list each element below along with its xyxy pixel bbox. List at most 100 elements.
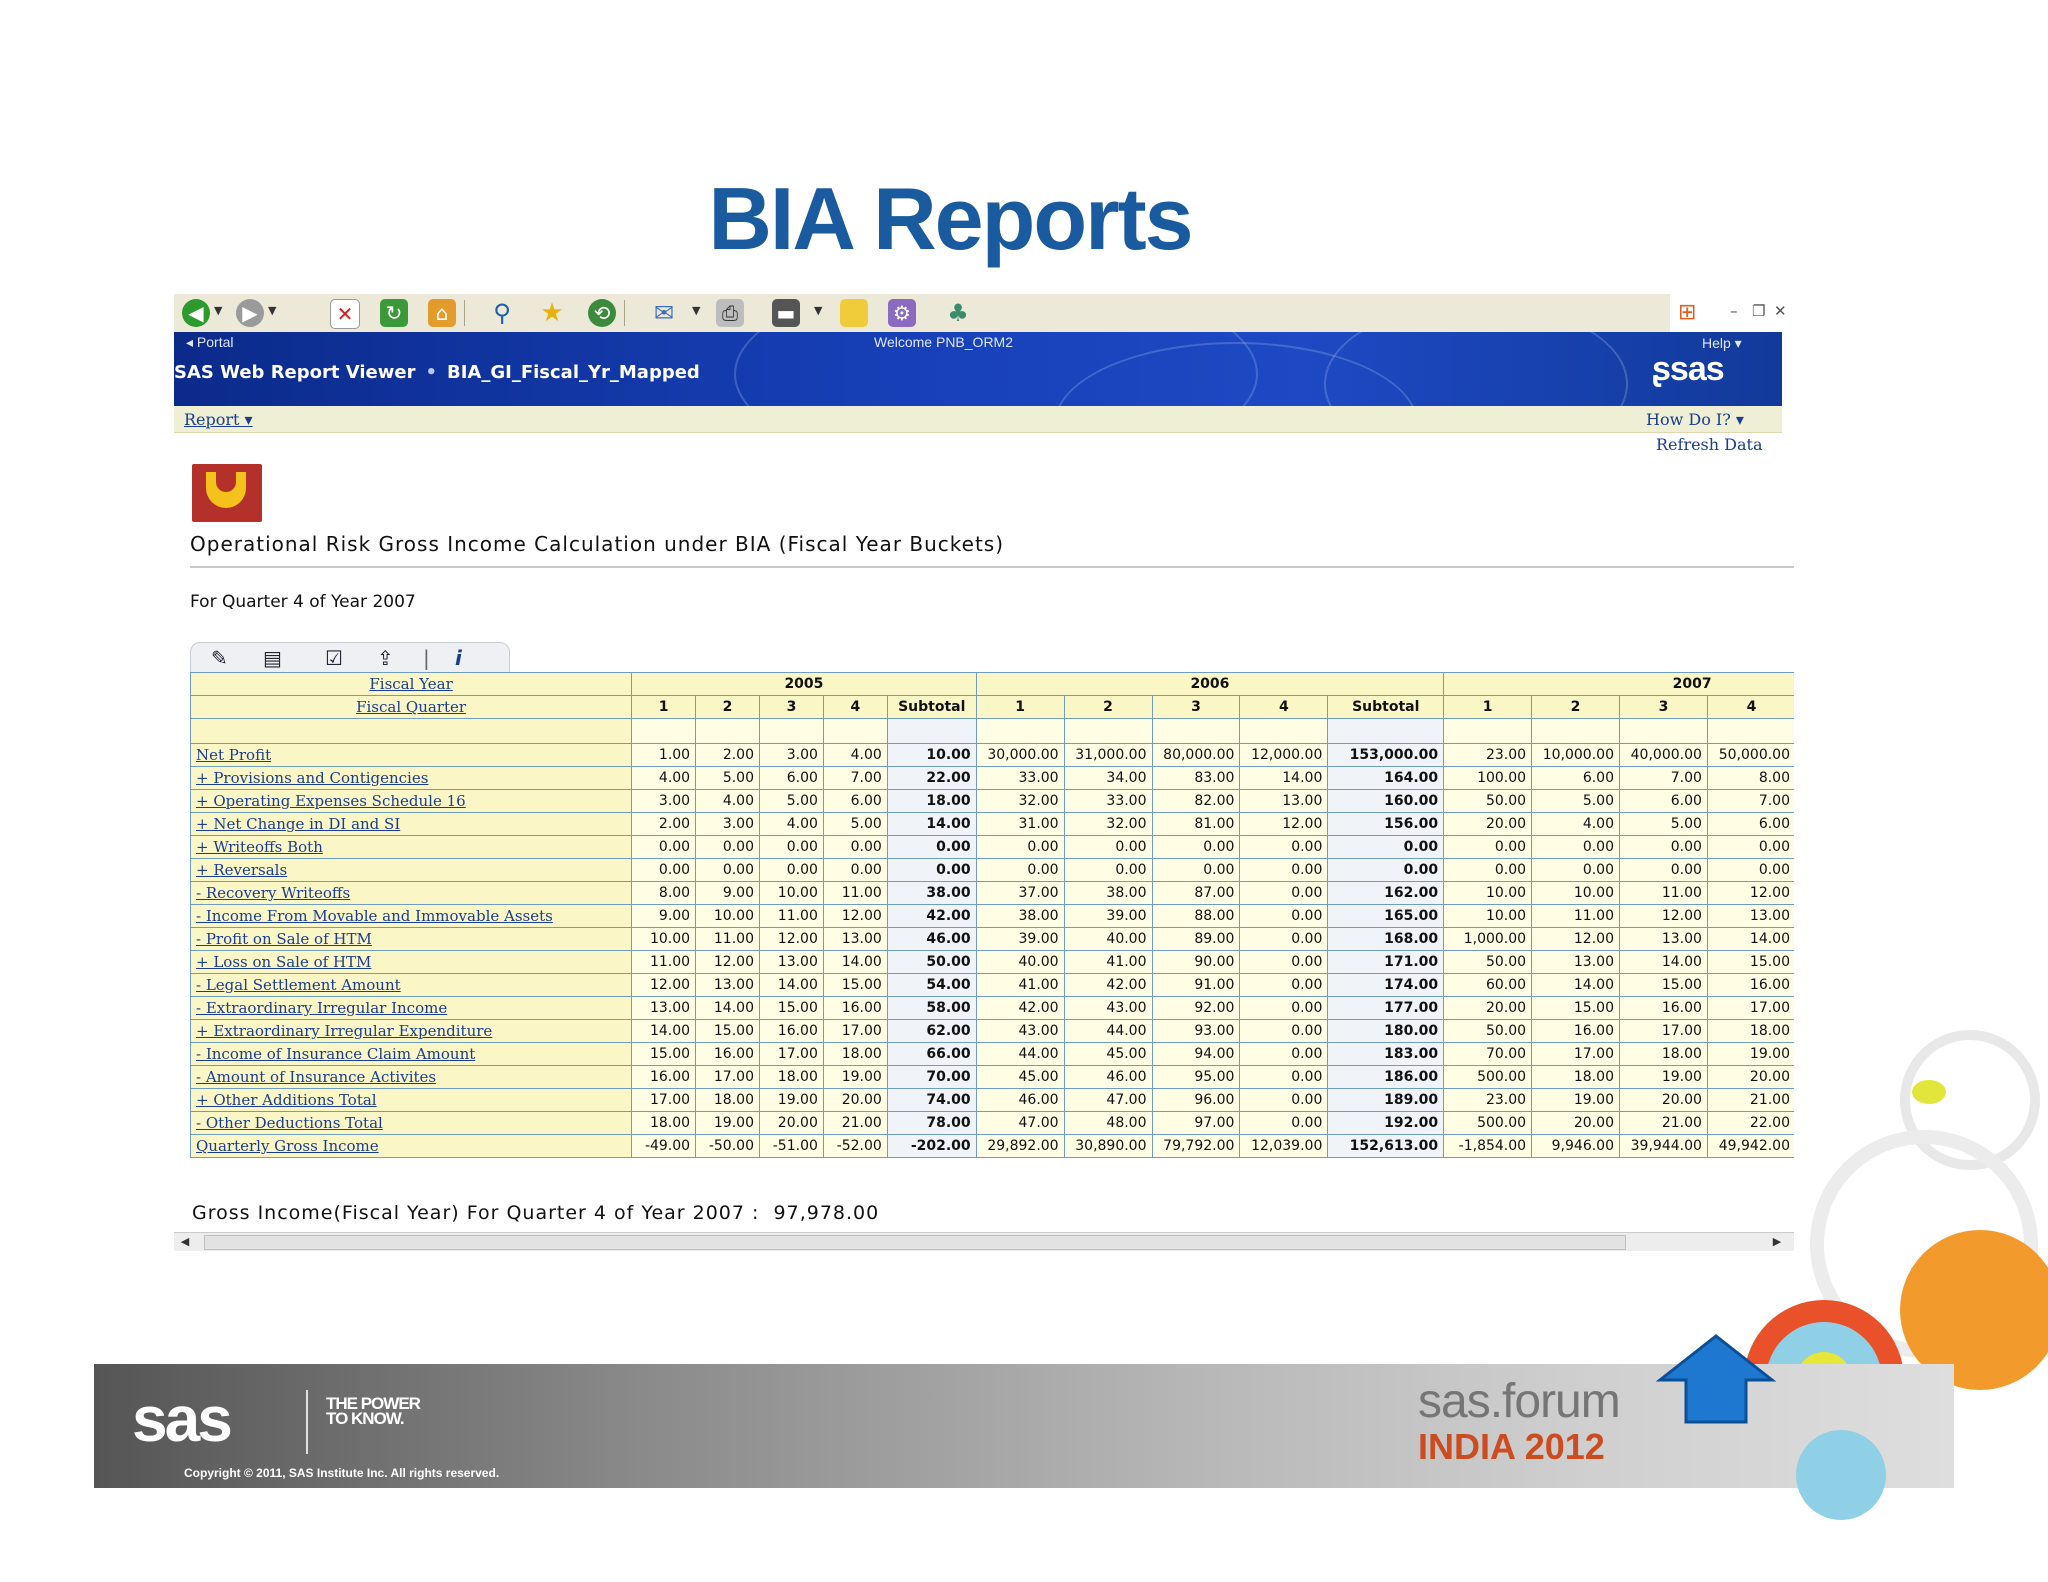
value-cell: 50.00 (1443, 1019, 1533, 1043)
report-menu[interactable]: Report ▾ (184, 410, 253, 429)
table-row: + Extraordinary Irregular Expenditure 14.… (190, 1019, 1794, 1043)
row-label[interactable]: + Operating Expenses Schedule 16 (190, 789, 633, 813)
check-icon[interactable]: ☑ (325, 646, 343, 670)
scroll-thumb[interactable] (204, 1235, 1626, 1250)
row-label[interactable]: Net Profit (190, 743, 633, 767)
row-label[interactable]: + Other Additions Total (190, 1088, 633, 1112)
value-cell: 80,000.00 (1151, 743, 1241, 767)
format-icon[interactable]: ▤ (263, 646, 282, 670)
value-cell: 5.00 (1531, 789, 1620, 813)
history-icon[interactable]: ⟲ (588, 299, 616, 327)
value-cell: 39,944.00 (1618, 1134, 1708, 1158)
back-icon[interactable]: ◀ (182, 299, 210, 327)
refresh-data-link[interactable]: Refresh Data (1656, 435, 1763, 454)
year-header: 2005 (631, 672, 977, 696)
row-label[interactable]: - Recovery Writeoffs (190, 881, 633, 905)
value-cell: 0.00 (695, 835, 760, 859)
scroll-right-icon[interactable]: ▶ (1768, 1233, 1786, 1251)
row-label[interactable]: + Reversals (190, 858, 633, 882)
export-icon[interactable]: ⇪ (377, 646, 394, 670)
home-icon[interactable]: ⌂ (428, 299, 456, 327)
row-label[interactable]: - Extraordinary Irregular Income (190, 996, 633, 1020)
horizontal-scrollbar[interactable]: ◀ ▶ (174, 1232, 1794, 1251)
value-cell: 19.00 (1618, 1065, 1708, 1089)
subtotal-cell: 152,613.00 (1327, 1134, 1445, 1158)
value-cell: 10.00 (631, 927, 697, 951)
forward-dropdown-icon[interactable]: ▼ (268, 304, 276, 317)
close-icon[interactable]: ✕ (1774, 302, 1787, 320)
value-cell: 16.00 (1618, 996, 1708, 1020)
back-dropdown-icon[interactable]: ▼ (214, 304, 222, 317)
forward-icon[interactable]: ▶ (236, 299, 264, 327)
value-cell: 20.00 (1443, 812, 1533, 836)
row-label[interactable]: + Provisions and Contigencies (190, 766, 633, 790)
subtotal-cell: 156.00 (1327, 812, 1445, 836)
value-cell: 5.00 (695, 766, 760, 790)
value-cell: 14.00 (1706, 927, 1794, 951)
subtotal-cell: 74.00 (886, 1088, 977, 1112)
edit-dropdown-icon[interactable]: ▼ (814, 304, 822, 317)
value-cell: 42.00 (975, 996, 1065, 1020)
favorites-icon[interactable]: ★ (538, 299, 566, 327)
value-cell: 12,039.00 (1239, 1134, 1329, 1158)
value-cell: 97.00 (1151, 1111, 1241, 1135)
value-cell: 48.00 (1063, 1111, 1153, 1135)
row-label[interactable]: - Income From Movable and Immovable Asse… (190, 904, 633, 928)
value-cell: 4.00 (1531, 812, 1620, 836)
value-cell: -49.00 (631, 1134, 697, 1158)
value-cell: 5.00 (758, 789, 824, 813)
value-cell: 1.00 (631, 743, 697, 767)
subtotal-cell: 66.00 (886, 1042, 977, 1066)
row-label[interactable]: Quarterly Gross Income (190, 1134, 633, 1158)
value-cell: 0.00 (1239, 858, 1329, 882)
row-label[interactable]: - Profit on Sale of HTM (190, 927, 633, 951)
table-row: Quarterly Gross Income -49.00 -50.00 -51.00… (190, 1134, 1794, 1158)
restore-icon[interactable]: ❐ (1752, 302, 1765, 320)
subtotal-cell: 54.00 (886, 973, 977, 997)
quarter-header: 4 (1239, 695, 1329, 719)
subtotal-cell: 0.00 (1327, 835, 1445, 859)
table-row: - Income of Insurance Claim Amount 15.00 1… (190, 1042, 1794, 1066)
media-icon[interactable]: ⚙ (888, 299, 916, 327)
mail-icon[interactable]: ✉ (650, 299, 678, 327)
portal-link[interactable]: ◂ Portal (186, 334, 234, 351)
row-label[interactable]: + Loss on Sale of HTM (190, 950, 633, 974)
minimize-icon[interactable]: – (1730, 302, 1738, 320)
refresh-icon[interactable]: ↻ (380, 299, 408, 327)
edit-table-icon[interactable]: ✎ (211, 646, 228, 670)
row-label[interactable]: - Amount of Insurance Activites (190, 1065, 633, 1089)
value-cell: 60.00 (1443, 973, 1533, 997)
subtotal-cell: 186.00 (1327, 1065, 1445, 1089)
row-label[interactable]: - Legal Settlement Amount (190, 973, 633, 997)
pnb-logo (192, 464, 262, 522)
fiscal-quarter-header[interactable]: Fiscal Quarter (190, 695, 633, 719)
table-row: + Writeoffs Both 0.00 0.00 0.00 0.00 0.00 0.00… (190, 835, 1794, 859)
messenger-icon[interactable]: ♣ (944, 299, 972, 327)
info-icon[interactable]: i (455, 646, 462, 670)
value-cell: 10,000.00 (1531, 743, 1620, 767)
decor-circle (1796, 1430, 1886, 1520)
row-label[interactable]: + Net Change in DI and SI (190, 812, 633, 836)
row-label[interactable]: + Extraordinary Irregular Expenditure (190, 1019, 633, 1043)
value-cell: 6.00 (1618, 789, 1708, 813)
stop-icon[interactable]: ✕ (330, 299, 360, 329)
fiscal-year-header[interactable]: Fiscal Year (190, 672, 633, 696)
toolbar-divider: | (423, 646, 430, 670)
value-cell: 0.00 (1618, 858, 1708, 882)
report-subtitle: For Quarter 4 of Year 2007 (190, 592, 416, 612)
value-cell: 9.00 (695, 881, 760, 905)
edit-icon[interactable]: ▬ (772, 299, 800, 327)
mail-dropdown-icon[interactable]: ▼ (692, 304, 700, 317)
folder-icon[interactable] (840, 299, 868, 327)
value-cell: 9,946.00 (1531, 1134, 1620, 1158)
row-label[interactable]: - Other Deductions Total (190, 1111, 633, 1135)
quarter-header: 2 (1531, 695, 1620, 719)
value-cell: 0.00 (1239, 904, 1329, 928)
value-cell: 0.00 (1706, 858, 1794, 882)
row-label[interactable]: + Writeoffs Both (190, 835, 633, 859)
print-icon[interactable]: ⎙ (716, 299, 744, 327)
search-icon[interactable]: ⚲ (488, 299, 516, 327)
row-label[interactable]: - Income of Insurance Claim Amount (190, 1042, 633, 1066)
how-do-i-menu[interactable]: How Do I? ▾ (1646, 410, 1744, 429)
scroll-left-icon[interactable]: ◀ (176, 1233, 194, 1251)
